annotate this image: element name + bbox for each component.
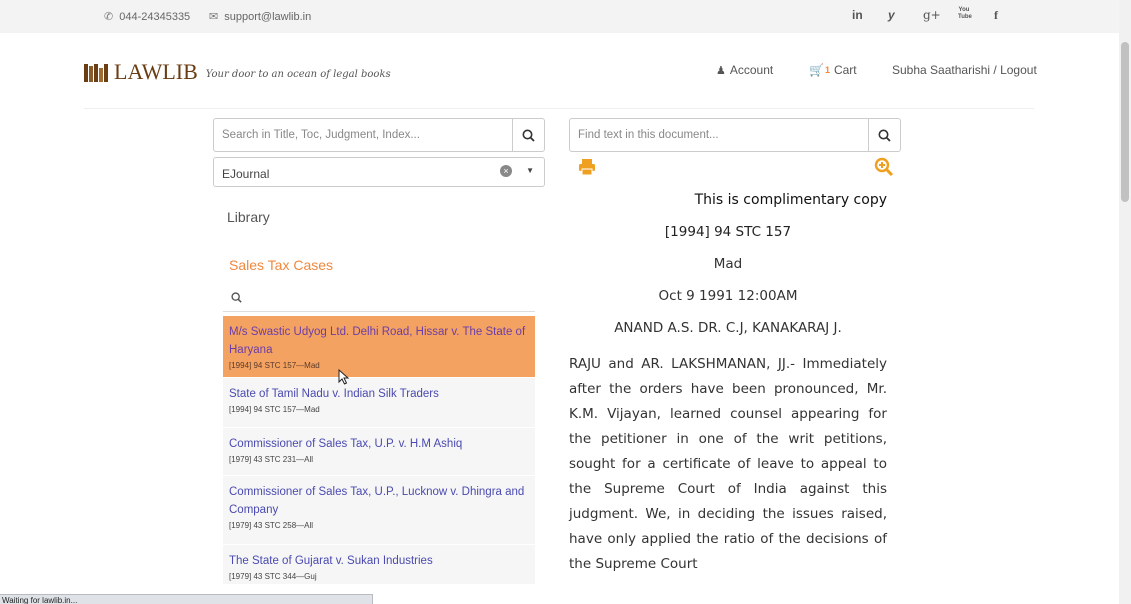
facebook-icon[interactable]: f [994, 8, 998, 23]
case-citation: [1994] 94 STC 157—Mad [229, 405, 320, 414]
case-title[interactable]: Commissioner of Sales Tax, U.P., Lucknow… [229, 483, 529, 519]
case-title[interactable]: M/s Swastic Udyog Ltd. Delhi Road, Hissa… [229, 323, 529, 359]
library-heading[interactable]: Library [227, 209, 270, 225]
search-icon [231, 292, 242, 303]
user-name-logout[interactable]: Subha Saatharishi / Logout [892, 63, 1037, 77]
account-label: Account [729, 63, 774, 77]
list-item[interactable]: The State of Gujarat v. Sukan Industries… [223, 545, 535, 585]
phone-icon: ✆ [104, 11, 114, 23]
phone-number: 044-24345335 [119, 10, 191, 23]
case-title[interactable]: State of Tamil Nadu v. Indian Silk Trade… [229, 385, 529, 403]
zoom-in-icon[interactable] [874, 157, 894, 177]
print-icon[interactable] [578, 158, 596, 176]
document-viewer: This is complimentary copy [1994] 94 STC… [569, 190, 887, 577]
user-logout-link[interactable]: Subha Saatharishi / Logout [892, 63, 1037, 77]
case-title[interactable]: The State of Gujarat v. Sukan Industries [229, 552, 529, 570]
search-icon [522, 129, 535, 142]
list-item[interactable]: State of Tamil Nadu v. Indian Silk Trade… [223, 378, 535, 428]
cart-count: 1 [824, 65, 830, 75]
envelope-icon: ✉ [209, 11, 219, 23]
library-search-input[interactable] [214, 119, 512, 151]
top-bar: ✆ 044-24345335 ✉ support@lawlib.in in y … [0, 0, 1119, 33]
library-search-button[interactable] [512, 119, 544, 151]
cart-icon: 🛒 [809, 63, 824, 77]
page-scrollbar[interactable] [1119, 0, 1131, 604]
case-citation-heading: [1994] 94 STC 157 [664, 224, 792, 240]
site-logo[interactable]: LAWLIB Your door to an ocean of legal bo… [84, 59, 391, 84]
publication-select-value: EJournal [222, 167, 270, 181]
case-citation: [1979] 43 STC 231—All [229, 455, 314, 464]
account-link[interactable]: ♟ Account [716, 63, 773, 77]
library-search [213, 118, 545, 152]
cart-link[interactable]: 🛒 1 Cart [809, 63, 857, 77]
list-item[interactable]: M/s Swastic Udyog Ltd. Delhi Road, Hissa… [223, 316, 535, 378]
document-search-input[interactable] [570, 119, 868, 151]
case-citation: [1979] 43 STC 258—All [229, 521, 314, 530]
list-filter[interactable] [223, 285, 535, 312]
email-contact[interactable]: ✉ support@lawlib.in [209, 10, 311, 24]
judgment-text: RAJU and AR. LAKSHMANAN, JJ.- Immediatel… [569, 356, 887, 572]
case-list: M/s Swastic Udyog Ltd. Delhi Road, Hissa… [223, 316, 535, 585]
twitter-icon[interactable]: y [888, 8, 895, 22]
case-citation: [1979] 43 STC 344—Guj [229, 572, 317, 581]
chevron-down-icon[interactable]: ▼ [526, 166, 534, 175]
header-divider [84, 108, 1034, 109]
phone-contact: ✆ 044-24345335 [104, 10, 191, 24]
cart-label: Cart [833, 63, 857, 77]
logo-wordmark: LAWLIB [114, 59, 198, 84]
email-address[interactable]: support@lawlib.in [224, 11, 311, 23]
court-name: Mad [713, 256, 743, 272]
judgment-date: Oct 9 1991 12:00AM [658, 288, 798, 304]
google-plus-icon[interactable]: g+ [923, 8, 941, 22]
collection-heading[interactable]: Sales Tax Cases [229, 257, 333, 273]
document-search [569, 118, 901, 152]
complimentary-notice: This is complimentary copy [694, 192, 887, 208]
books-logo-icon [84, 64, 112, 82]
list-item[interactable]: Commissioner of Sales Tax, U.P. v. H.M A… [223, 428, 535, 476]
document-search-button[interactable] [868, 119, 900, 151]
case-citation: [1994] 94 STC 157—Mad [229, 361, 320, 370]
user-icon: ♟ [716, 64, 726, 77]
youtube-icon[interactable]: You Tube [958, 7, 972, 21]
search-icon [878, 129, 891, 142]
mouse-cursor-icon [338, 369, 350, 385]
scrollbar-thumb[interactable] [1121, 42, 1129, 202]
linkedin-icon[interactable]: in [852, 8, 863, 22]
publication-select[interactable]: EJournal × ▼ [213, 157, 545, 187]
browser-status-bar: Waiting for lawlib.in... [0, 594, 373, 604]
logo-tagline: Your door to an ocean of legal books [205, 69, 391, 80]
judges-names: ANAND A.S. DR. C.J, KANAKARAJ J. [614, 320, 842, 336]
case-title[interactable]: Commissioner of Sales Tax, U.P. v. H.M A… [229, 435, 529, 453]
clear-selection-icon[interactable]: × [500, 165, 512, 177]
list-item[interactable]: Commissioner of Sales Tax, U.P., Lucknow… [223, 476, 535, 545]
